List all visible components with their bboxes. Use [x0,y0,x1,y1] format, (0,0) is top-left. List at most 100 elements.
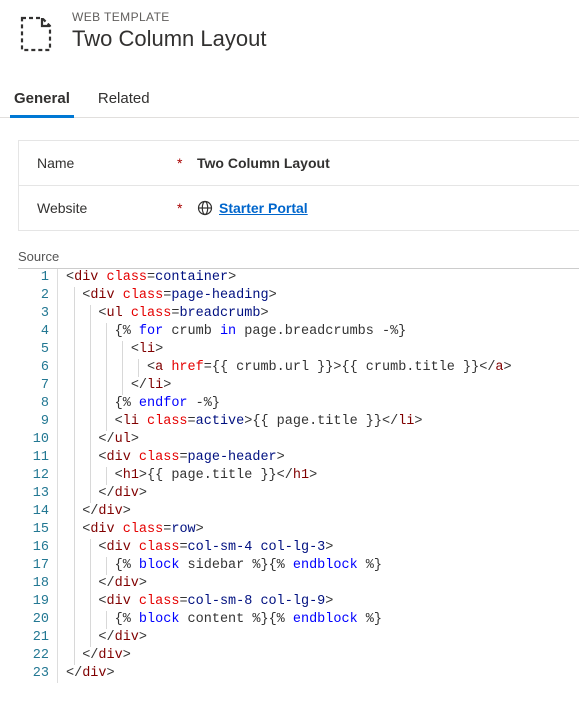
field-row-name[interactable]: Name * Two Column Layout [19,141,579,186]
indent-guide [74,467,75,485]
indent-guide [90,323,91,341]
indent-guide [74,503,75,521]
token-tag: div [90,288,122,303]
code-line[interactable]: 3 <ul class=breadcrumb> [18,305,579,323]
code-content[interactable]: </div> [58,629,579,647]
code-content[interactable]: </div> [58,647,579,665]
indent-guide [106,377,107,395]
code-line[interactable]: 23</div> [18,665,579,683]
code-content[interactable]: </li> [58,377,579,395]
code-content[interactable]: <div class=page-heading> [58,287,579,305]
indent-guide [90,611,91,629]
indent-guide [90,413,91,431]
code-line[interactable]: 7 </li> [18,377,579,395]
token-punc: < [66,270,74,285]
indent-guide [90,449,91,467]
token-punc: </ [131,378,147,393]
code-content[interactable]: {% for crumb in page.breadcrumbs -%} [58,323,579,341]
token-attr: class [139,540,180,555]
code-content[interactable]: <li class=active>{{ page.title }}</li> [58,413,579,431]
source-editor[interactable]: 1<div class=container>2 <div class=page-… [18,268,579,683]
code-content[interactable]: {% block content %}{% endblock %} [58,611,579,629]
code-content[interactable]: <a href={{ crumb.url }}>{{ crumb.title }… [58,359,579,377]
code-content[interactable]: <div class=page-header> [58,449,579,467]
token-punc: = [147,270,155,285]
token-tag: div [107,540,139,555]
token-tag: a [495,360,503,375]
token-tag: h1 [123,468,139,483]
code-line[interactable]: 21 </div> [18,629,579,647]
code-line[interactable]: 15 <div class=row> [18,521,579,539]
name-value[interactable]: Two Column Layout [197,155,330,171]
code-content[interactable]: <div class=col-sm-8 col-lg-9> [58,593,579,611]
token-punc: > [139,576,147,591]
indent-guide [74,287,75,305]
code-content[interactable]: <div class=row> [58,521,579,539]
code-line[interactable]: 10 </ul> [18,431,579,449]
token-tag: div [98,648,122,663]
code-content[interactable]: <li> [58,341,579,359]
code-content[interactable]: <h1>{{ page.title }}</h1> [58,467,579,485]
line-number: 2 [18,287,58,305]
code-line[interactable]: 2 <div class=page-heading> [18,287,579,305]
code-line[interactable]: 6 <a href={{ crumb.url }}>{{ crumb.title… [18,359,579,377]
code-line[interactable]: 1<div class=container> [18,269,579,287]
token-delim: {% [269,558,293,573]
token-punc: </ [82,504,98,519]
tab-general[interactable]: General [10,82,74,117]
token-punc: </ [82,648,98,663]
code-line[interactable]: 14 </div> [18,503,579,521]
code-content[interactable]: <div class=col-sm-4 col-lg-3> [58,539,579,557]
line-number: 23 [18,665,58,683]
code-line[interactable]: 18 </div> [18,575,579,593]
code-line[interactable]: 13 </div> [18,485,579,503]
code-line[interactable]: 8 {% endfor -%} [18,395,579,413]
line-number: 19 [18,593,58,611]
token-punc: > [139,486,147,501]
indent-guide [106,341,107,359]
indent-guide [90,557,91,575]
token-var: container [155,270,228,285]
indent-guide [74,539,75,557]
code-line[interactable]: 17 {% block sidebar %}{% endblock %} [18,557,579,575]
code-line[interactable]: 22 </div> [18,647,579,665]
code-content[interactable]: </div> [58,665,579,683]
code-content[interactable]: </ul> [58,431,579,449]
code-line[interactable]: 11 <div class=page-header> [18,449,579,467]
token-tag: ul [115,432,131,447]
token-kw: in [220,324,236,339]
code-content[interactable]: {% block sidebar %}{% endblock %} [58,557,579,575]
source-label: Source [18,249,579,264]
indent-guide [138,359,139,377]
line-number: 20 [18,611,58,629]
code-line[interactable]: 16 <div class=col-sm-4 col-lg-3> [18,539,579,557]
code-content[interactable]: </div> [58,503,579,521]
code-content[interactable]: </div> [58,575,579,593]
code-line[interactable]: 5 <li> [18,341,579,359]
code-line[interactable]: 20 {% block content %}{% endblock %} [18,611,579,629]
code-content[interactable]: </div> [58,485,579,503]
code-line[interactable]: 19 <div class=col-sm-8 col-lg-9> [18,593,579,611]
indent-guide [106,359,107,377]
token-delim: {% [115,324,139,339]
token-delim: {% [269,612,293,627]
indent-guide [90,305,91,323]
website-label: Website [37,200,177,216]
token-punc: > [325,594,333,609]
code-content[interactable]: {% endfor -%} [58,395,579,413]
token-attr: class [139,594,180,609]
code-line[interactable]: 12 <h1>{{ page.title }}</h1> [18,467,579,485]
token-punc: > [269,288,277,303]
token-delim: {{ [252,414,268,429]
website-link[interactable]: Starter Portal [219,200,308,216]
field-row-website[interactable]: Website * Starter Portal [19,186,579,231]
token-punc: > [163,378,171,393]
indent-guide [74,647,75,665]
tab-related[interactable]: Related [94,82,154,117]
code-content[interactable]: <div class=container> [58,269,579,287]
token-punc: < [115,414,123,429]
indent-guide [90,431,91,449]
code-content[interactable]: <ul class=breadcrumb> [58,305,579,323]
code-line[interactable]: 4 {% for crumb in page.breadcrumbs -%} [18,323,579,341]
code-line[interactable]: 9 <li class=active>{{ page.title }}</li> [18,413,579,431]
